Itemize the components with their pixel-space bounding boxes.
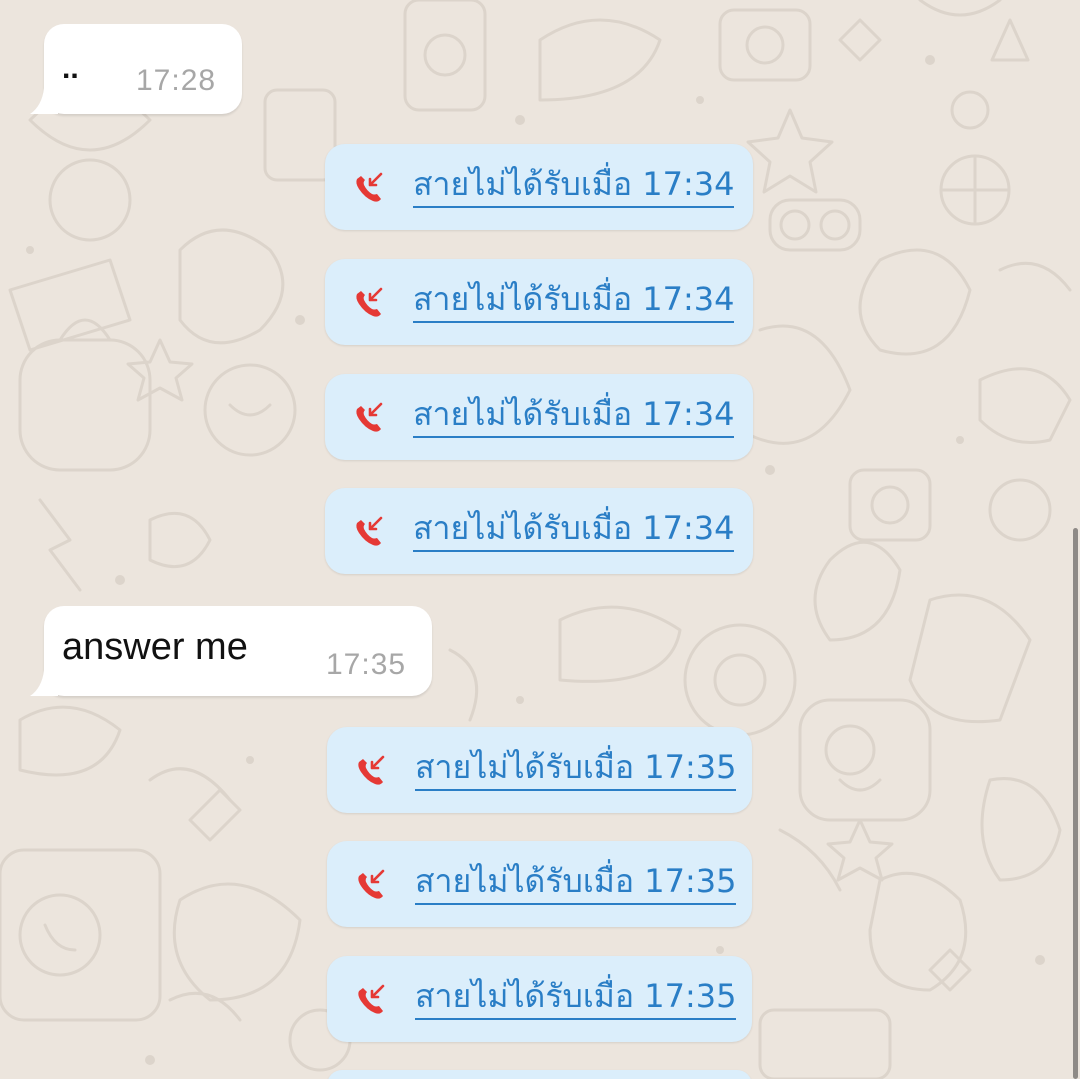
missed-call-icon bbox=[358, 869, 385, 899]
missed-call-bubble[interactable]: สายไม่ได้รับเมื่อ 17:35 bbox=[327, 727, 752, 813]
missed-call-link[interactable]: สายไม่ได้รับเมื่อ 17:34 bbox=[413, 277, 735, 323]
scrollbar[interactable] bbox=[1073, 528, 1078, 1079]
missed-call-icon bbox=[356, 402, 383, 432]
message-text: .. bbox=[62, 52, 79, 85]
missed-call-bubble-partial[interactable] bbox=[327, 1070, 752, 1079]
missed-call-icon bbox=[356, 516, 383, 546]
missed-call-bubble[interactable]: สายไม่ได้รับเมื่อ 17:35 bbox=[327, 956, 752, 1042]
missed-call-link[interactable]: สายไม่ได้รับเมื่อ 17:35 bbox=[415, 859, 737, 905]
bubble-tail bbox=[30, 88, 58, 114]
missed-call-link[interactable]: สายไม่ได้รับเมื่อ 17:35 bbox=[415, 745, 737, 791]
missed-call-icon bbox=[358, 984, 385, 1014]
missed-call-link[interactable]: สายไม่ได้รับเมื่อ 17:34 bbox=[413, 506, 735, 552]
missed-call-bubble[interactable]: สายไม่ได้รับเมื่อ 17:34 bbox=[325, 488, 753, 574]
missed-call-link[interactable]: สายไม่ได้รับเมื่อ 17:35 bbox=[415, 974, 737, 1020]
missed-call-bubble[interactable]: สายไม่ได้รับเมื่อ 17:35 bbox=[327, 841, 752, 927]
missed-call-link[interactable]: สายไม่ได้รับเมื่อ 17:34 bbox=[413, 392, 735, 438]
chat-view[interactable]: .. 17:28 สายไม่ได้รับเมื่อ 17:34 สายไม่ไ… bbox=[0, 0, 1080, 1079]
missed-call-bubble[interactable]: สายไม่ได้รับเมื่อ 17:34 bbox=[325, 374, 753, 460]
message-timestamp: 17:28 bbox=[136, 64, 217, 97]
message-timestamp: 17:35 bbox=[326, 648, 407, 681]
missed-call-icon bbox=[356, 287, 383, 317]
missed-call-bubble[interactable]: สายไม่ได้รับเมื่อ 17:34 bbox=[325, 259, 753, 345]
incoming-message[interactable]: answer me 17:35 bbox=[30, 606, 432, 696]
message-text: answer me bbox=[62, 626, 248, 668]
missed-call-link[interactable]: สายไม่ได้รับเมื่อ 17:34 bbox=[413, 162, 735, 208]
missed-call-bubble[interactable]: สายไม่ได้รับเมื่อ 17:34 bbox=[325, 144, 753, 230]
missed-call-icon bbox=[358, 755, 385, 785]
bubble-tail bbox=[30, 670, 58, 696]
missed-call-icon bbox=[356, 172, 383, 202]
incoming-message[interactable]: .. 17:28 bbox=[30, 24, 242, 114]
